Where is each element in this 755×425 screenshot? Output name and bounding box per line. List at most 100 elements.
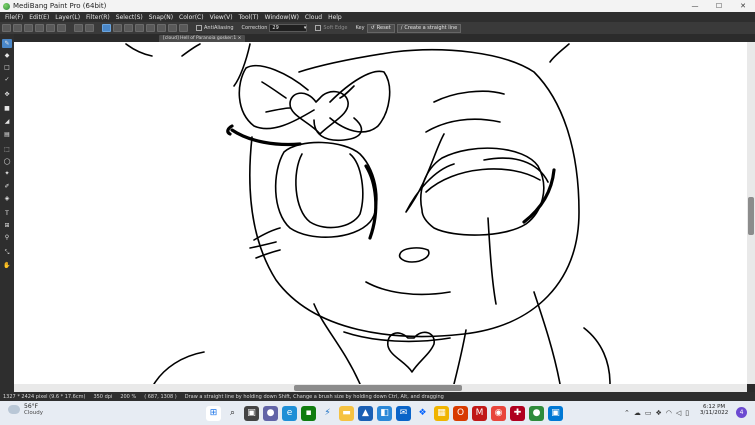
circle-snap-icon[interactable] — [157, 24, 166, 32]
file-explorer-icon[interactable]: ▬ — [339, 405, 354, 421]
menu-tool[interactable]: Tool(T) — [236, 14, 262, 21]
windows-start-icon[interactable]: ⊞ — [206, 405, 221, 421]
brush-tool-icon[interactable]: ✎ — [2, 39, 12, 48]
close-button[interactable]: ✕ — [731, 0, 755, 12]
bucket-tool-icon[interactable]: ◢ — [2, 117, 12, 126]
soft-edge-checkbox[interactable] — [315, 25, 322, 31]
menu-select[interactable]: Select(S) — [113, 14, 146, 21]
curve-snap-icon[interactable] — [168, 24, 177, 32]
notification-badge[interactable]: 4 — [736, 407, 747, 418]
key-label: Key — [355, 25, 365, 31]
hand-tool-icon[interactable]: ✋ — [2, 261, 12, 270]
radial-snap-icon[interactable] — [146, 24, 155, 32]
teams-chat-icon[interactable]: ● — [263, 405, 278, 421]
medibang-taskbar-icon[interactable]: ● — [529, 405, 544, 421]
menu-view[interactable]: View(V) — [207, 14, 236, 21]
store-tray-icon[interactable]: ▭ — [645, 409, 652, 417]
speaker-icon[interactable]: ◁ — [676, 409, 681, 417]
maximize-button[interactable]: ☐ — [707, 0, 731, 12]
battery-icon[interactable]: ▯ — [685, 409, 689, 417]
menu-bar: File(F) Edit(E) Layer(L) Filter(R) Selec… — [0, 12, 755, 22]
medibang-logo-icon — [3, 2, 10, 10]
new-file-icon[interactable] — [2, 24, 11, 32]
photos-app-icon[interactable]: ▲ — [358, 405, 373, 421]
minimize-button[interactable]: — — [683, 0, 707, 12]
magic-wand-icon[interactable]: ✦ — [2, 169, 12, 178]
menu-file[interactable]: File(F) — [2, 14, 26, 21]
select-eraser-icon[interactable]: ◈ — [2, 194, 12, 203]
notes-app-icon[interactable]: ▦ — [434, 405, 449, 421]
xbox-app-icon[interactable]: ▪ — [301, 405, 316, 421]
weather-widget[interactable]: 56°F Cloudy — [8, 403, 43, 416]
straight-line-button[interactable]: ∕ Create a straight line — [396, 23, 462, 33]
correction-select[interactable]: 29 ▾ — [269, 24, 308, 32]
undo-icon[interactable] — [74, 24, 83, 32]
horizontal-scrollbar[interactable] — [14, 384, 747, 392]
reset-button[interactable]: ↺ Reset — [366, 23, 395, 33]
menu-filter[interactable]: Filter(R) — [83, 14, 113, 21]
left-eye — [274, 141, 378, 238]
medibang-app: MediBang Paint Pro (64bit) — ☐ ✕ File(F)… — [0, 0, 755, 425]
task-view-icon[interactable]: ▣ — [244, 405, 259, 421]
parallel-snap-icon[interactable] — [113, 24, 122, 32]
gradient-tool-icon[interactable]: ▤ — [2, 130, 12, 139]
snap-settings-icon[interactable] — [179, 24, 188, 32]
chrome-browser-icon[interactable]: ◉ — [491, 405, 506, 421]
zoom-level: 200 % — [120, 393, 137, 400]
open-file-icon[interactable] — [13, 24, 22, 32]
dropbox-tray-icon[interactable]: ❖ — [656, 409, 662, 417]
text-tool-icon[interactable]: T — [2, 209, 12, 218]
perspective-snap-icon[interactable] — [135, 24, 144, 32]
grid-icon[interactable] — [46, 24, 55, 32]
menu-cloud[interactable]: Cloud — [302, 14, 325, 21]
menu-layer[interactable]: Layer(L) — [52, 14, 83, 21]
office-app-icon[interactable]: O — [453, 405, 468, 421]
power-automate-icon[interactable]: ⚡ — [320, 406, 335, 421]
redo-icon[interactable] — [85, 24, 94, 32]
mail-app-icon[interactable]: ✉ — [396, 405, 411, 421]
save-icon[interactable] — [24, 24, 33, 32]
body-right-line — [533, 291, 561, 384]
system-clock[interactable]: 6:12 PM 3/11/2022 — [700, 404, 728, 416]
neck-left — [313, 303, 361, 384]
mcafee-icon[interactable]: M — [472, 405, 487, 421]
eyedropper-icon[interactable]: ⚲ — [2, 233, 12, 242]
wifi-icon[interactable]: ◠ — [666, 409, 672, 417]
dropbox-icon[interactable]: ❖ — [415, 406, 430, 421]
menu-color[interactable]: Color(C) — [176, 14, 207, 21]
onedrive-cloud-icon[interactable]: ☁ — [634, 409, 641, 417]
vertical-scrollbar[interactable] — [747, 42, 755, 384]
pen-tool-icon[interactable]: ✓ — [2, 75, 12, 84]
snap-off-icon[interactable] — [102, 24, 111, 32]
menu-snap[interactable]: Snap(N) — [146, 14, 176, 21]
menu-window[interactable]: Window(W) — [262, 14, 302, 21]
microsoft-store-icon[interactable]: ◧ — [377, 405, 392, 421]
eraser-tool-icon[interactable]: ◆ — [2, 51, 12, 60]
gallery-app-icon[interactable]: ▣ — [548, 405, 563, 421]
shoulder-left — [153, 351, 205, 384]
system-tray: ⌃ ☁ ▭ ❖ ◠ ◁ ▯ — [624, 404, 689, 422]
rectangle-fill-icon[interactable]: ■ — [2, 104, 12, 113]
vertical-scroll-thumb[interactable] — [748, 197, 754, 235]
dot-tool-icon[interactable]: □ — [2, 63, 12, 72]
cross-snap-icon[interactable] — [124, 24, 133, 32]
select-pen-icon[interactable]: ✐ — [2, 182, 12, 191]
lasso-tool-icon[interactable]: ◯ — [2, 157, 12, 166]
select-tool-icon[interactable]: ⬚ — [2, 145, 12, 154]
show-hidden-icons-chevron-icon[interactable]: ⌃ — [624, 409, 630, 417]
layout-icon[interactable] — [57, 24, 66, 32]
cloud-save-icon[interactable] — [35, 24, 44, 32]
menu-edit[interactable]: Edit(E) — [26, 14, 52, 21]
move-tool-icon[interactable]: ✥ — [2, 90, 12, 99]
operation-tool-icon[interactable]: ⤡ — [2, 248, 12, 257]
menu-help[interactable]: Help — [325, 14, 345, 21]
mcafee-security-icon[interactable]: ✚ — [510, 405, 525, 421]
antialiasing-checkbox[interactable] — [196, 25, 202, 31]
drawing-canvas[interactable] — [14, 42, 747, 384]
divide-tool-icon[interactable]: ⊞ — [2, 221, 12, 230]
edge-browser-icon[interactable]: e — [282, 405, 297, 421]
document-tab[interactable]: [cloud] Hell of Paranoia gosker:1 × — [159, 35, 246, 42]
horizontal-scroll-thumb[interactable] — [294, 385, 462, 391]
status-hint: Draw a straight line by holding down Shi… — [184, 393, 444, 400]
search-icon[interactable]: ⌕ — [225, 406, 240, 421]
